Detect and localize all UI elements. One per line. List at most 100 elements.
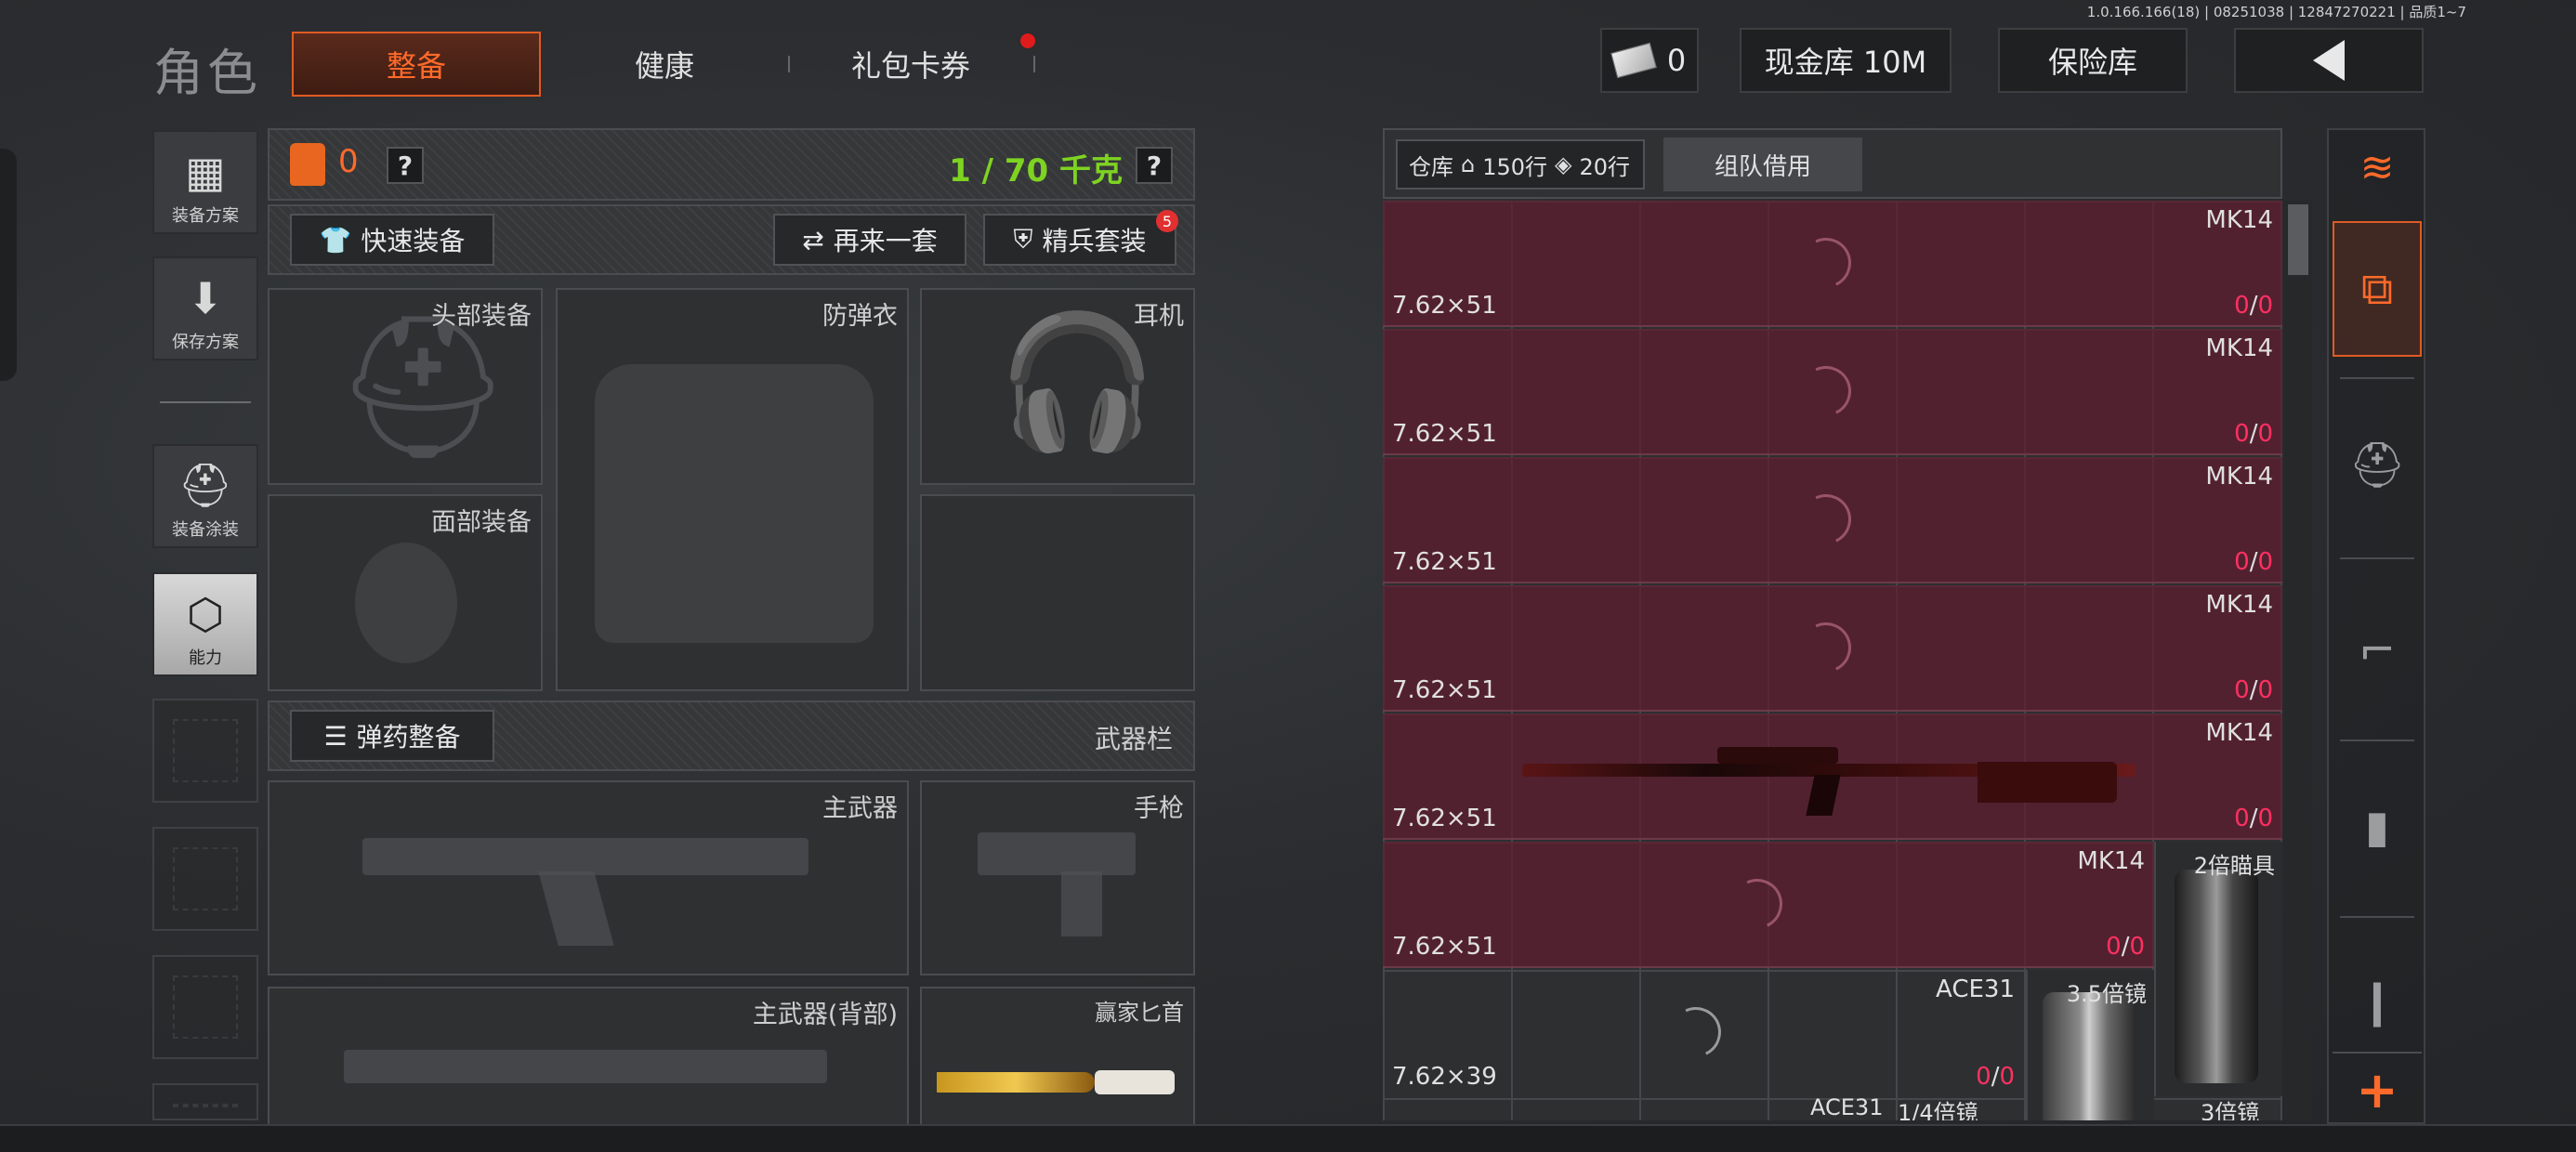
headset-slot[interactable]: 🎧 耳机 [920,288,1195,485]
warehouse-scrollbar[interactable] [2284,201,2312,1120]
weapon-bar-header: ☰ 弹药整备 武器栏 [268,700,1195,771]
sidebar-item-ability[interactable]: ⬡ 能力 [152,572,258,676]
team-borrow-button[interactable]: 组队借用 [1663,137,1862,191]
slot-label: 赢家匕首 [1095,1000,1184,1026]
category-rifle-icon[interactable]: ⌐ [2333,595,2422,706]
extra-storage-icon: ◈ [1555,151,1572,177]
item-count: 0/0 [2234,805,2273,832]
cash-icon [1610,42,1657,79]
add-category-icon[interactable]: + [2333,1059,2422,1120]
primary-weapon-slot[interactable]: 主武器 [268,780,909,975]
item-caliber: 7.62×51 [1392,933,1497,961]
item-count: 0/0 [1976,1063,2015,1091]
slot-label: 手枪 [1134,794,1184,823]
body-armor-slot[interactable]: 防弹衣 [556,288,909,691]
item-count: 0/0 [2234,292,2273,320]
warehouse-capacity[interactable]: 仓库 ⌂ 150行 ◈ 20行 [1396,139,1645,190]
category-helmet-icon[interactable]: ⛑ [2333,409,2422,520]
sidebar-item-skin[interactable]: ⛑ 装备涂装 [152,444,258,548]
empty-slot[interactable] [152,699,258,803]
item-count: 0/0 [2234,420,2273,448]
home-icon: ⌂ [1461,151,1476,177]
face-gear-slot[interactable]: 面部装备 [268,494,543,691]
list-item[interactable]: ACE31 7.62×39 0/0 [1383,970,2024,1096]
item-caliber: 7.62×51 [1392,548,1497,576]
category-all-icon[interactable]: ⧉ [2333,221,2422,357]
category-ammo-icon[interactable]: ❙ [2333,957,2422,1046]
list-item[interactable]: MK14 7.62×51 0/0 [1383,585,2282,712]
sidebar-item-loadout-plan[interactable]: ▦ 装备方案 [152,130,258,234]
sidebar-item-label: 保存方案 [172,333,239,352]
warehouse-label: 仓库 [1409,153,1453,180]
empty-slot[interactable] [152,1083,258,1120]
rifle-silhouette-icon [362,838,808,875]
scope-item-2x[interactable]: 2倍瞄具 [2154,842,2282,1096]
list-item[interactable]: MK14 7.62×51 0/0 [1383,457,2282,583]
cash-balance[interactable]: 0 [1600,28,1699,93]
ammo-icon: ☰ [323,720,348,752]
scrollbar-thumb[interactable] [2288,204,2308,275]
list-item[interactable]: ACE31 1/4倍镜 3倍镜 [1383,1098,2282,1120]
empty-slot[interactable] [152,955,258,1059]
item-name: MK14 [2205,334,2273,362]
cash-amount: 0 [1666,43,1687,78]
item-name: MK14 [2205,206,2273,234]
help-icon[interactable]: ? [387,147,424,184]
cash-vault-button[interactable]: 现金库 10M [1740,28,1952,93]
sidebar-item-save-plan[interactable]: ⬇ 保存方案 [152,256,258,360]
shield-icon: ⛨ [1013,224,1033,255]
warehouse-rows-extra: 20行 [1579,153,1631,180]
rifle-magazine [1806,775,1841,816]
button-label: 精兵套装 [1042,226,1147,256]
notification-dot [1020,33,1035,48]
weapon-bar-label: 武器栏 [1094,724,1173,754]
rifle-silhouette-icon [344,1050,827,1083]
bottom-bar [0,1124,2576,1152]
slot-label: 防弹衣 [822,302,898,331]
tab-gift-coupons[interactable]: 礼包卡券 [799,32,1022,97]
sidebar-divider [160,401,251,403]
ammo-equip-button[interactable]: ☰ 弹药整备 [290,710,494,762]
list-item[interactable]: MK14 7.62×51 0/0 [1383,201,2282,327]
tab-loadout[interactable]: 整备 [292,32,541,97]
helmet-paint-icon: ⛑ [177,460,233,510]
pistol-silhouette-icon [978,832,1136,875]
headphones-icon: 🎧 [996,307,1159,458]
knife-slot[interactable]: 赢家匕首 [920,987,1195,1126]
sort-refresh-icon[interactable]: ≋ [2333,130,2422,204]
category-divider [2340,916,2414,918]
list-item[interactable]: MK14 7.62×51 0/0 [1383,713,2282,840]
helmet-icon: ⛑ [335,307,512,468]
item-count: 0/0 [2234,548,2273,576]
back-button[interactable] [2234,28,2424,93]
list-item[interactable]: MK14 7.62×51 0/0 [1383,329,2282,455]
scope-label: 2倍瞄具 [2193,853,2275,879]
ability-hexagon-icon: ⬡ [186,589,225,639]
primary-back-weapon-slot[interactable]: 主武器(背部) [268,987,909,1126]
item-caliber: 7.62×51 [1392,292,1497,320]
item-count: 0/0 [2234,676,2273,704]
loading-spinner [1794,359,1859,424]
magazine-silhouette [538,871,614,946]
armor-vest-icon [290,143,325,186]
category-magazine-icon[interactable]: ▮ [2333,771,2422,883]
sidebar-item-label: 装备方案 [172,206,239,226]
knife-handle [1095,1070,1175,1094]
empty-slot[interactable] [152,827,258,931]
list-item[interactable]: MK14 7.62×51 0/0 [1383,842,2154,968]
insurance-vault-button[interactable]: 保险库 [1998,28,2188,93]
item-name: MK14 [2077,847,2145,875]
knife-blade-icon [937,1072,1095,1093]
loadout-header-bar: 0 ? 1 / 70 千克 ? [268,128,1195,201]
item-count: 0/0 [2106,933,2145,961]
item-caliber: 7.62×51 [1392,676,1497,704]
tab-health[interactable]: 健康 [548,32,781,97]
pistol-slot[interactable]: 手枪 [920,780,1195,975]
head-gear-slot[interactable]: ⛑ 头部装备 [268,288,543,485]
weight-help-icon[interactable]: ? [1136,147,1173,184]
tab-divider [788,56,790,72]
quick-equip-button[interactable]: 👕 快速装备 [290,214,494,266]
reroll-button[interactable]: ⇄ 再来一套 [773,214,966,266]
elite-set-button[interactable]: ⛨ 精兵套装 [983,214,1176,266]
edge-drawer-handle[interactable] [0,149,17,381]
